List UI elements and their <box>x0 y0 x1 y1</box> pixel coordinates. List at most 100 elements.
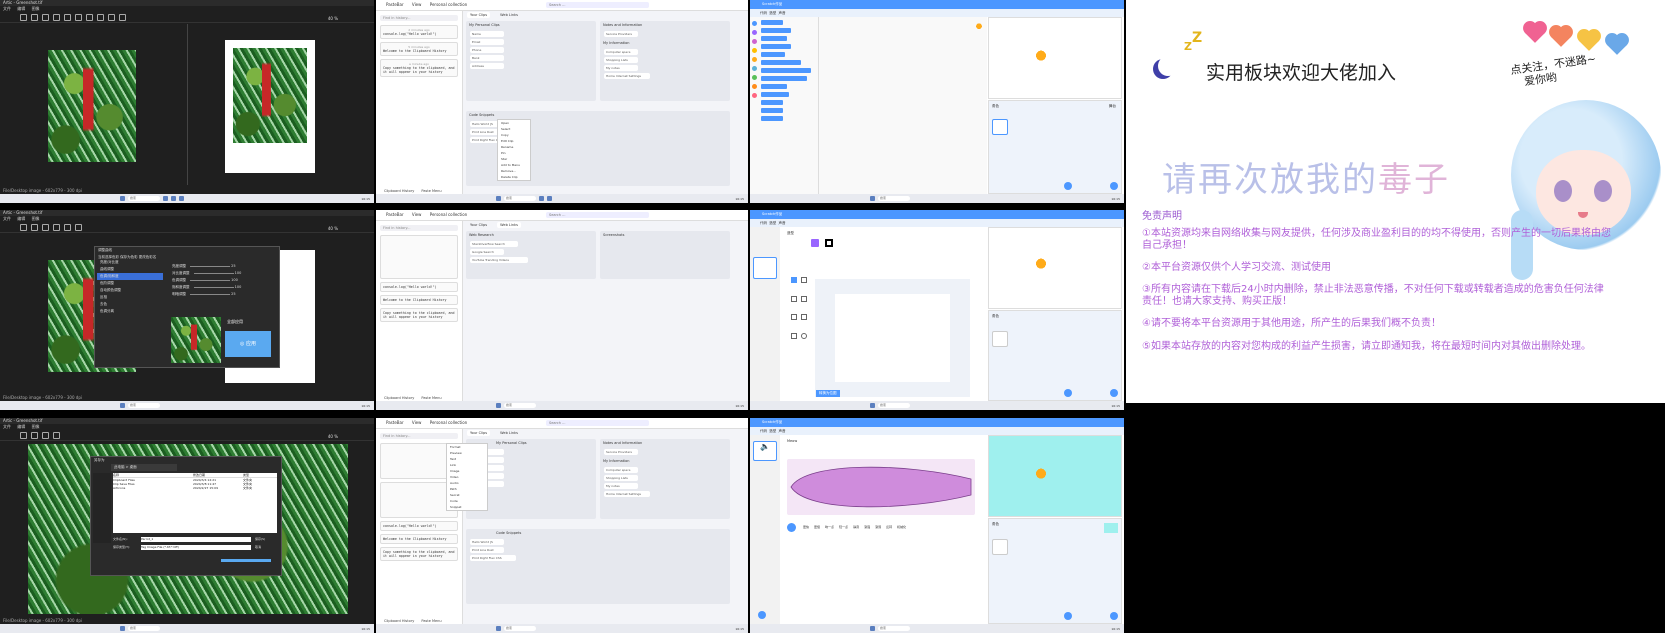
clip-pill[interactable]: Service Providers <box>604 31 638 37</box>
stage[interactable] <box>988 435 1122 517</box>
crop-icon[interactable] <box>64 13 71 21</box>
add-sprite-icon[interactable] <box>1110 182 1118 190</box>
menu-image[interactable]: 图像 <box>32 6 40 11</box>
open-icon[interactable] <box>20 431 27 439</box>
costume-card[interactable] <box>753 257 777 279</box>
play-button[interactable] <box>787 523 796 532</box>
clip-pill[interactable]: Shopping Lists <box>604 57 638 63</box>
tab-your-clips[interactable]: Your Clips <box>467 12 491 18</box>
waveform-area[interactable] <box>787 459 975 515</box>
block[interactable] <box>761 68 811 73</box>
footer-menu-tab[interactable]: Paste Menu <box>421 396 441 400</box>
history-item[interactable]: Welcome to the Clipboard History <box>380 295 458 305</box>
taskbar-search[interactable]: 搜索 <box>504 626 536 631</box>
history-item[interactable]: console.log("Hello world!") <box>380 521 458 531</box>
events-category-icon[interactable] <box>751 48 757 53</box>
adjust-item[interactable]: 自动颜色调整 <box>97 287 163 294</box>
adjust-item[interactable]: 色阶调整 <box>97 280 163 287</box>
adjust-item[interactable]: 曲线调整 <box>97 266 163 273</box>
app-icon[interactable] <box>539 196 544 201</box>
adjust-item[interactable]: 色调分离 <box>97 308 163 315</box>
view-menu[interactable]: View <box>412 212 422 217</box>
slider-track[interactable] <box>193 272 234 274</box>
tab-costumes[interactable]: 造型 <box>769 11 776 15</box>
effect-reverse[interactable]: 反转 <box>886 525 892 529</box>
clip-pill[interactable]: Email <box>470 39 504 45</box>
tab-code[interactable]: 代码 <box>760 221 767 225</box>
slider-track[interactable] <box>193 286 234 288</box>
history-item[interactable]: 2 minutes ago console.log("Hello world!") <box>380 25 458 39</box>
save-icon[interactable] <box>31 13 38 21</box>
col-name[interactable]: 名称 <box>113 473 193 477</box>
slider-row[interactable]: 对比度调整 100 <box>169 270 277 277</box>
effect-fade-in[interactable]: 渐强 <box>864 525 870 529</box>
slider-track[interactable] <box>190 265 230 267</box>
taskbar-search[interactable]: 搜索 <box>128 196 160 201</box>
rotate-icon[interactable] <box>75 13 82 21</box>
clip-pill[interactable]: Service Providers <box>604 449 638 455</box>
view-menu[interactable]: View <box>412 2 422 7</box>
col-type[interactable]: 类型 <box>243 473 249 477</box>
block[interactable] <box>761 84 787 89</box>
clip-pill[interactable]: Shopping Lists <box>604 475 638 481</box>
search-input[interactable]: Search ... <box>546 2 649 8</box>
effect-softer[interactable]: 轻一点 <box>839 525 848 529</box>
tab-web-links[interactable]: Web Links <box>497 222 521 228</box>
app-icon[interactable] <box>163 196 168 201</box>
tab-sounds[interactable]: 声音 <box>778 429 785 433</box>
slider-row[interactable]: 亮度调整 25 <box>169 263 277 270</box>
block[interactable] <box>761 116 783 121</box>
taskbar-search[interactable]: 搜索 <box>878 196 910 201</box>
taskbar-search[interactable]: 搜索 <box>504 403 536 408</box>
clip-pill[interactable]: YouTube Trending Videos <box>470 257 528 263</box>
eraser-tool-icon[interactable] <box>801 295 807 302</box>
menu-image[interactable]: 图像 <box>32 424 40 429</box>
history-item[interactable]: Welcome to the Clipboard History <box>380 534 458 544</box>
clip-pill[interactable]: Home Internet Settings <box>604 491 650 497</box>
start-icon[interactable] <box>120 403 125 408</box>
undo-icon[interactable] <box>42 431 49 439</box>
open-icon[interactable] <box>20 223 27 231</box>
add-sound-icon[interactable] <box>758 611 766 619</box>
slider-track[interactable] <box>190 293 230 295</box>
add-backdrop-icon[interactable] <box>1064 182 1072 190</box>
footer-menu-tab[interactable]: Paste Menu <box>421 619 441 623</box>
menu-file[interactable]: 文件 <box>3 424 11 429</box>
myblocks-category-icon[interactable] <box>751 93 757 98</box>
save-icon[interactable] <box>31 223 38 231</box>
motion-category-icon[interactable] <box>751 21 757 26</box>
effect-robot[interactable]: 机械化 <box>897 525 906 529</box>
redo-icon[interactable] <box>53 13 60 21</box>
effect-mute[interactable]: 静音 <box>853 525 859 529</box>
start-icon[interactable] <box>870 626 875 631</box>
clip-pill[interactable]: My notes <box>604 65 638 71</box>
tab-web-links[interactable]: Web Links <box>497 12 521 18</box>
cancel-button[interactable]: 取消 <box>255 545 261 549</box>
search-input[interactable]: Search ... <box>546 212 649 218</box>
control-category-icon[interactable] <box>751 57 757 62</box>
block[interactable] <box>761 100 783 105</box>
collection-select[interactable]: Personal collection <box>430 2 467 7</box>
stage[interactable] <box>988 227 1122 309</box>
col-date[interactable]: 修改日期 <box>193 473 243 477</box>
search-input[interactable]: Search ... <box>546 420 649 426</box>
looks-category-icon[interactable] <box>751 30 757 35</box>
clip-pill[interactable]: Bank <box>470 55 504 61</box>
history-filter-input[interactable]: Find in history... <box>380 225 458 231</box>
taskbar-search[interactable]: 搜索 <box>878 403 910 408</box>
line-tool-icon[interactable] <box>791 332 797 339</box>
add-sprite-icon[interactable] <box>1110 612 1118 620</box>
block[interactable] <box>761 20 783 25</box>
split-divider[interactable] <box>187 24 188 185</box>
filename-input[interactable]: Parrot_1 <box>141 537 251 542</box>
apply-button[interactable]: ◎ 应用 <box>225 331 271 357</box>
tab-web-links[interactable]: Web Links <box>497 430 521 436</box>
open-icon[interactable] <box>20 13 27 21</box>
fill-tool-icon[interactable] <box>791 314 797 320</box>
tab-code[interactable]: 代码 <box>760 11 767 15</box>
circle-tool-icon[interactable] <box>801 332 807 339</box>
clip-pill[interactable]: Phone <box>470 47 504 53</box>
fill-color-icon[interactable] <box>811 239 819 247</box>
brush-tool-icon[interactable] <box>791 295 797 302</box>
apply-all-label[interactable]: 全部应用 <box>227 319 243 325</box>
